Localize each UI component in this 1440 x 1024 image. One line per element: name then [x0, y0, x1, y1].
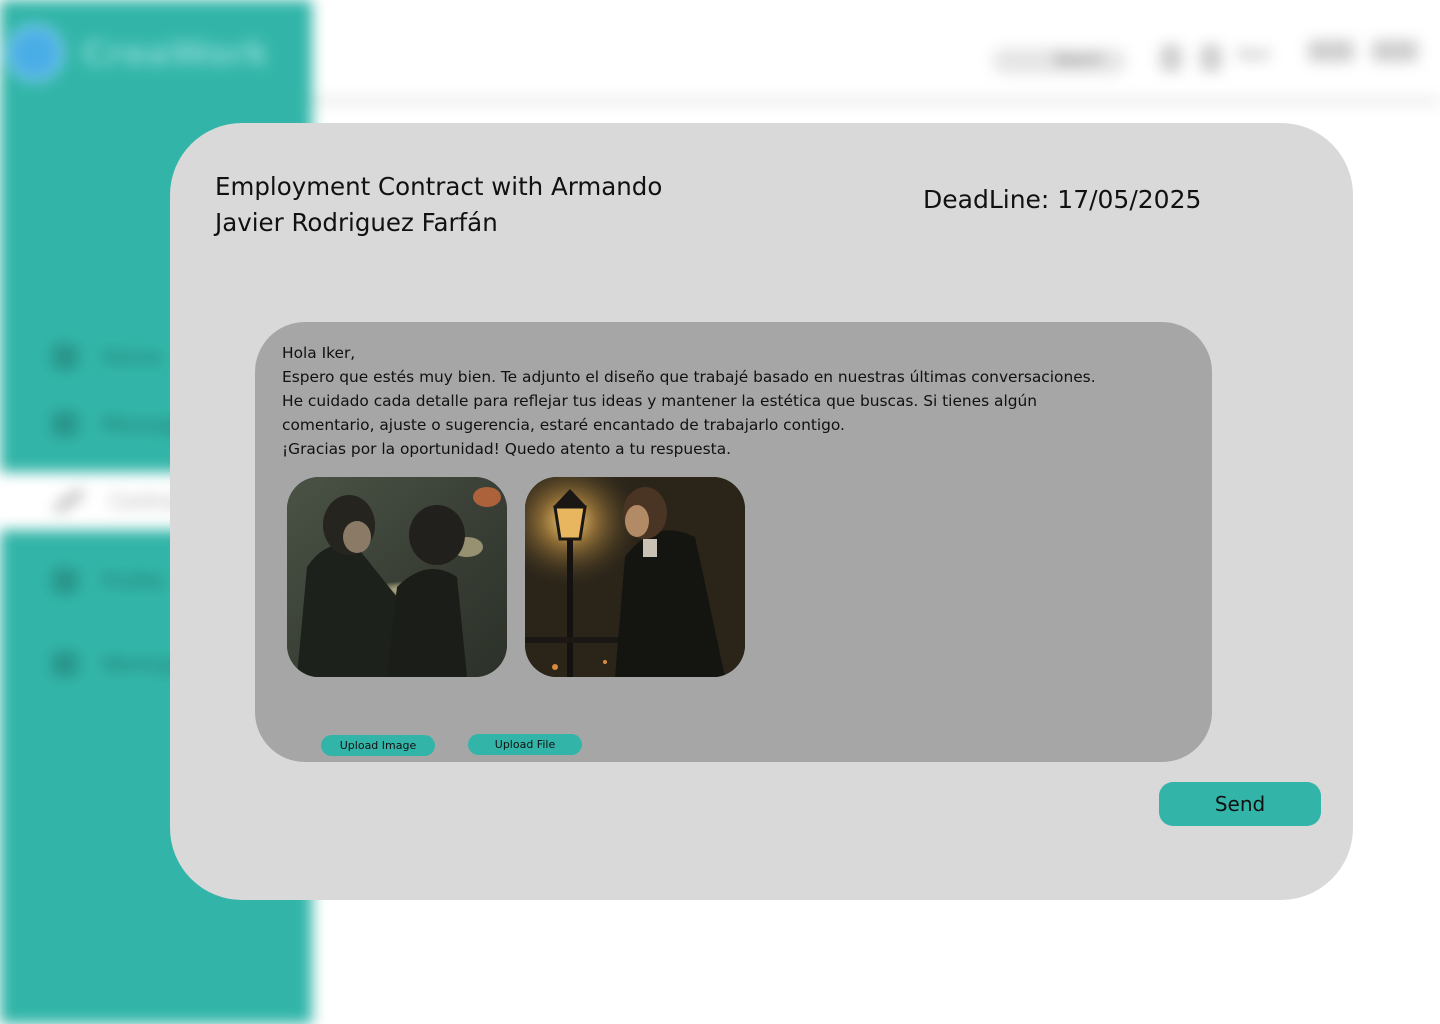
upload-image-button[interactable]: Upload Image [321, 735, 435, 756]
painting-streetlamp-image [525, 477, 745, 677]
language-toggle[interactable] [1308, 40, 1354, 62]
sidebar-item-label: Home [102, 345, 162, 369]
attachment-image-1[interactable] [287, 477, 507, 677]
message-line: He cuidado cada detalle para reflejar tu… [282, 392, 1038, 410]
message-greeting: Hola Iker, [282, 344, 356, 362]
folder-icon [52, 651, 78, 677]
message-text: Hola Iker, Espero que estés muy bien. Te… [282, 341, 1182, 461]
search-input[interactable]: Search [992, 48, 1126, 74]
message-line: comentario, ajuste o sugerencia, estaré … [282, 416, 845, 434]
message-line: Espero que estés muy bien. Te adjunto el… [282, 368, 1096, 386]
user-name: Iker [1238, 44, 1272, 65]
attachment-image-2[interactable] [525, 477, 745, 677]
contract-modal: Employment Contract with Armando Javier … [170, 123, 1353, 900]
message-icon [52, 411, 78, 437]
upload-file-button[interactable]: Upload File [468, 734, 582, 755]
contract-title: Employment Contract with Armando Javier … [215, 172, 663, 237]
top-bar: Search Iker [312, 0, 1440, 104]
send-button[interactable]: Send [1159, 782, 1321, 826]
home-icon [52, 344, 78, 370]
brand-name: CreaWork [82, 34, 269, 74]
user-icon [52, 568, 78, 594]
notification-icon[interactable] [1160, 44, 1182, 72]
painting-two-figures-image [287, 477, 507, 677]
user-avatar-icon[interactable] [1200, 44, 1222, 72]
logo-icon [6, 24, 64, 82]
settings-toggle[interactable] [1372, 40, 1418, 62]
message-box[interactable]: Hola Iker, Espero que estés muy bien. Te… [255, 322, 1212, 762]
search-label: Search [1054, 52, 1103, 68]
message-line: ¡Gracias por la oportunidad! Quedo atent… [282, 440, 732, 458]
deadline-label: DeadLine: 17/05/2025 [923, 185, 1202, 214]
sidebar-item-label: Profile [102, 569, 165, 593]
pen-icon [52, 487, 86, 515]
